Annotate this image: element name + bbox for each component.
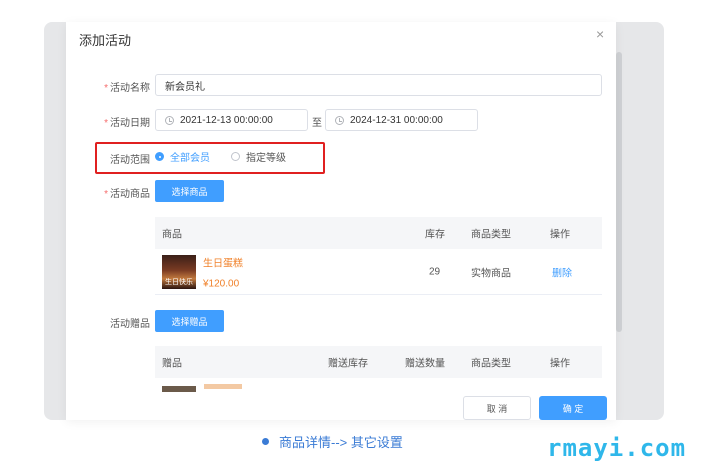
scrollbar[interactable]: [616, 52, 622, 332]
col-goods: 商品: [162, 229, 182, 241]
goods-table-header: 商品 库存 商品类型 操作: [155, 217, 602, 249]
radio-checked-icon: [155, 152, 164, 161]
activity-gift-label: 活动赠品: [110, 319, 150, 330]
required-marker: *: [104, 83, 108, 94]
goods-stock: 29: [429, 266, 441, 277]
thumbnail-caption: 生日快乐: [165, 278, 193, 286]
bullet-icon: [262, 438, 269, 445]
radio-unchecked-icon: [231, 152, 240, 161]
scope-option-level-label: 指定等级: [246, 153, 286, 164]
start-date-input[interactable]: 2021-12-13 00:00:00: [155, 109, 308, 131]
goods-thumbnail: 生日快乐: [162, 255, 196, 289]
delete-link[interactable]: 删除: [552, 264, 572, 279]
caption-text: 商品详情--> 其它设置: [279, 435, 403, 450]
col-action: 操作: [550, 229, 570, 241]
activity-name-input[interactable]: 新会员礼: [155, 74, 602, 96]
gift-table-header: 赠品 赠送库存 赠送数量 商品类型 操作: [155, 346, 602, 378]
goods-price: ¥120.00: [203, 278, 240, 290]
start-date-value: 2021-12-13 00:00:00: [180, 114, 273, 126]
end-date-input[interactable]: 2024-12-31 00:00:00: [325, 109, 478, 131]
activity-goods-label-text: 活动商品: [110, 189, 150, 200]
scope-option-level[interactable]: 指定等级: [231, 149, 286, 164]
caption: 商品详情--> 其它设置: [262, 432, 403, 451]
col-stock: 库存: [425, 229, 445, 241]
col-gift-action: 操作: [550, 358, 570, 370]
col-gift-qty: 赠送数量: [405, 358, 445, 370]
required-marker: *: [104, 118, 108, 129]
cancel-button[interactable]: 取 消: [463, 396, 531, 420]
activity-goods-label: * 活动商品: [66, 185, 150, 200]
clock-icon: [335, 115, 344, 125]
required-marker: *: [104, 189, 108, 200]
dialog-title: 添加活动: [79, 33, 132, 48]
select-gift-button[interactable]: 选择赠品: [155, 310, 224, 332]
add-activity-dialog: 添加活动 × * 活动名称 新会员礼 * 活动日期 2021-12-13 00:00…: [66, 22, 616, 420]
table-row: 生日快乐 生日蛋糕 ¥120.00 29 实物商品 删除: [155, 249, 602, 295]
scope-option-all[interactable]: 全部会员: [155, 149, 210, 164]
col-gift-type: 商品类型: [471, 358, 511, 370]
clock-icon: [165, 115, 174, 125]
date-separator: 至: [312, 118, 322, 129]
partial-gift-thumbnail: [162, 386, 196, 392]
scope-option-all-label: 全部会员: [170, 153, 210, 164]
activity-name-label-text: 活动名称: [110, 83, 150, 94]
activity-date-label: * 活动日期: [66, 114, 150, 129]
goods-type: 实物商品: [471, 268, 511, 279]
activity-name-label: * 活动名称: [66, 79, 150, 94]
col-gift-stock: 赠送库存: [328, 358, 368, 370]
end-date-value: 2024-12-31 00:00:00: [350, 114, 443, 126]
select-goods-button[interactable]: 选择商品: [155, 180, 224, 202]
activity-date-label-text: 活动日期: [110, 118, 150, 129]
confirm-button[interactable]: 确 定: [539, 396, 607, 420]
col-type: 商品类型: [471, 229, 511, 241]
partial-gift-name: [204, 384, 242, 389]
watermark: rmayi.com: [547, 434, 687, 462]
activity-scope-label: 活动范围: [110, 155, 150, 166]
col-gift: 赠品: [162, 358, 182, 370]
close-icon[interactable]: ×: [596, 26, 604, 42]
activity-name-value: 新会员礼: [165, 81, 205, 93]
goods-name: 生日蛋糕: [203, 258, 243, 270]
